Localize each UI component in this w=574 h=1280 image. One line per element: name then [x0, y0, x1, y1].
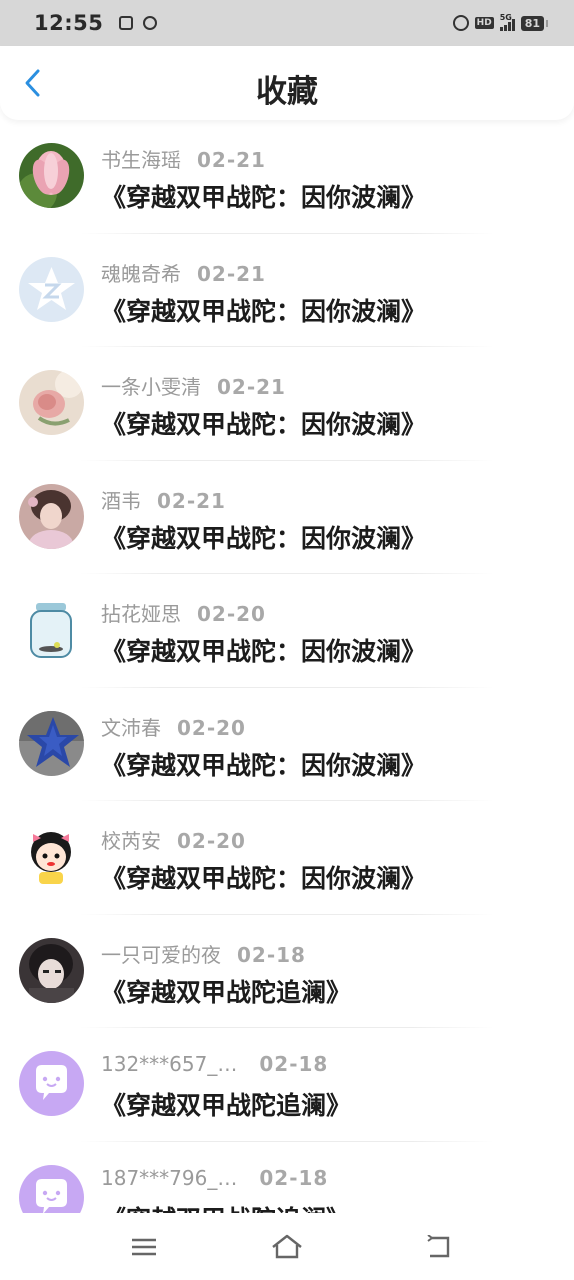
date: 02-21 [197, 261, 266, 286]
back-icon [427, 1235, 450, 1258]
date: 02-18 [259, 1052, 329, 1076]
signal-icon: 5G [499, 13, 515, 31]
work-title[interactable]: 《穿越双甲战陀追澜》 [101, 973, 351, 1009]
chat-bubble-avatar-icon [19, 1164, 84, 1213]
avatar[interactable] [19, 1164, 84, 1213]
list-item[interactable]: 一条小雯清 02-21 《穿越双甲战陀：因你波澜》 [0, 347, 574, 461]
alarm-icon [452, 15, 469, 31]
nickname: 文沛春 [101, 715, 161, 740]
date: 02-20 [177, 829, 246, 853]
nickname: 一只可爱的夜 [101, 942, 221, 967]
avatar[interactable] [19, 370, 84, 435]
status-bar: 12:55 HD 5G 81 [0, 0, 574, 46]
nickname: 187***796_… [101, 1165, 238, 1190]
menu-button[interactable] [124, 1231, 164, 1263]
date: 02-20 [177, 715, 246, 740]
back-nav-button[interactable] [418, 1231, 458, 1263]
header-bar: 收藏 [0, 46, 574, 120]
app-notification-icon [143, 16, 158, 30]
home-button[interactable] [267, 1231, 307, 1263]
list-item[interactable]: 187***796_… 02-18 《穿越双甲战陀追澜》 [0, 1142, 574, 1214]
hd-icon: HD [474, 17, 494, 29]
home-icon [272, 1234, 302, 1259]
date: 02-18 [237, 942, 306, 967]
work-title[interactable]: 《穿越双甲战陀：因你波澜》 [101, 292, 426, 328]
chat-bubble-avatar-icon [19, 1051, 84, 1116]
blue-star-avatar-icon [19, 710, 84, 776]
menu-icon [132, 1238, 156, 1256]
avatar[interactable] [19, 143, 84, 208]
list-item[interactable]: 校芮安 02-20 《穿越双甲战陀：因你波澜》 [0, 801, 574, 915]
date: 02-18 [259, 1165, 329, 1190]
date: 02-21 [157, 488, 226, 513]
list-item[interactable]: 文沛春 02-20 《穿越双甲战陀：因你波澜》 [0, 688, 574, 801]
nickname: 132***657_… [101, 1052, 238, 1076]
list-item[interactable]: 一只可爱的夜 02-18 《穿越双甲战陀追澜》 [0, 915, 574, 1028]
date: 02-21 [197, 148, 266, 172]
qq-default-avatar-icon [19, 256, 84, 322]
status-time: 12:55 [34, 11, 104, 35]
jar-avatar-icon [19, 597, 84, 662]
work-title[interactable]: 《穿越双甲战陀：因你波澜》 [101, 519, 426, 555]
avatar[interactable] [19, 710, 84, 776]
work-title[interactable]: 《穿越双甲战陀追澜》 [101, 1200, 351, 1214]
notification-icon [119, 16, 134, 30]
work-title[interactable]: 《穿越双甲战陀：因你波澜》 [101, 632, 426, 668]
avatar[interactable] [19, 824, 84, 889]
list-item[interactable]: 酒韦 02-21 《穿越双甲战陀：因你波澜》 [0, 461, 574, 574]
avatar[interactable] [19, 597, 84, 662]
portrait-avatar-icon [19, 483, 84, 549]
list-item[interactable]: 书生海瑶 02-21 《穿越双甲战陀：因你波澜》 [0, 120, 574, 234]
list-item[interactable]: 魂魄奇希 02-21 《穿越双甲战陀：因你波澜》 [0, 234, 574, 347]
avatar[interactable] [19, 937, 84, 1003]
avatar[interactable] [19, 483, 84, 549]
network-type: 5G [499, 13, 512, 22]
work-title[interactable]: 《穿越双甲战陀：因你波澜》 [101, 178, 426, 214]
nickname: 魂魄奇希 [101, 261, 181, 286]
nickname: 拈花娅思 [101, 602, 181, 626]
work-title[interactable]: 《穿越双甲战陀：因你波澜》 [101, 405, 426, 441]
nickname: 一条小雯清 [101, 375, 201, 399]
battery-icon: 81 [520, 15, 549, 31]
avatar[interactable] [19, 256, 84, 322]
nickname: 校芮安 [101, 829, 161, 853]
cartoon-girl-avatar-icon [19, 824, 84, 889]
work-title[interactable]: 《穿越双甲战陀：因你波澜》 [101, 859, 426, 895]
nickname: 书生海瑶 [101, 148, 181, 172]
date: 02-20 [197, 602, 266, 626]
work-title[interactable]: 《穿越双甲战陀：因你波澜》 [101, 746, 426, 782]
page-title: 收藏 [256, 74, 318, 110]
date: 02-21 [217, 375, 286, 399]
lotus-avatar-icon [19, 143, 84, 208]
favorites-list: 书生海瑶 02-21 《穿越双甲战陀：因你波澜》 魂魄奇希 02-21 《穿越双… [0, 120, 574, 1213]
rose-avatar-icon [19, 370, 84, 435]
nickname: 酒韦 [101, 488, 141, 513]
system-nav-bar [0, 1213, 574, 1280]
work-title[interactable]: 《穿越双甲战陀追澜》 [101, 1086, 351, 1122]
list-item[interactable]: 132***657_… 02-18 《穿越双甲战陀追澜》 [0, 1028, 574, 1142]
anime-avatar-icon [19, 937, 84, 1003]
avatar[interactable] [19, 1051, 84, 1116]
list-item[interactable]: 拈花娅思 02-20 《穿越双甲战陀：因你波澜》 [0, 574, 574, 688]
